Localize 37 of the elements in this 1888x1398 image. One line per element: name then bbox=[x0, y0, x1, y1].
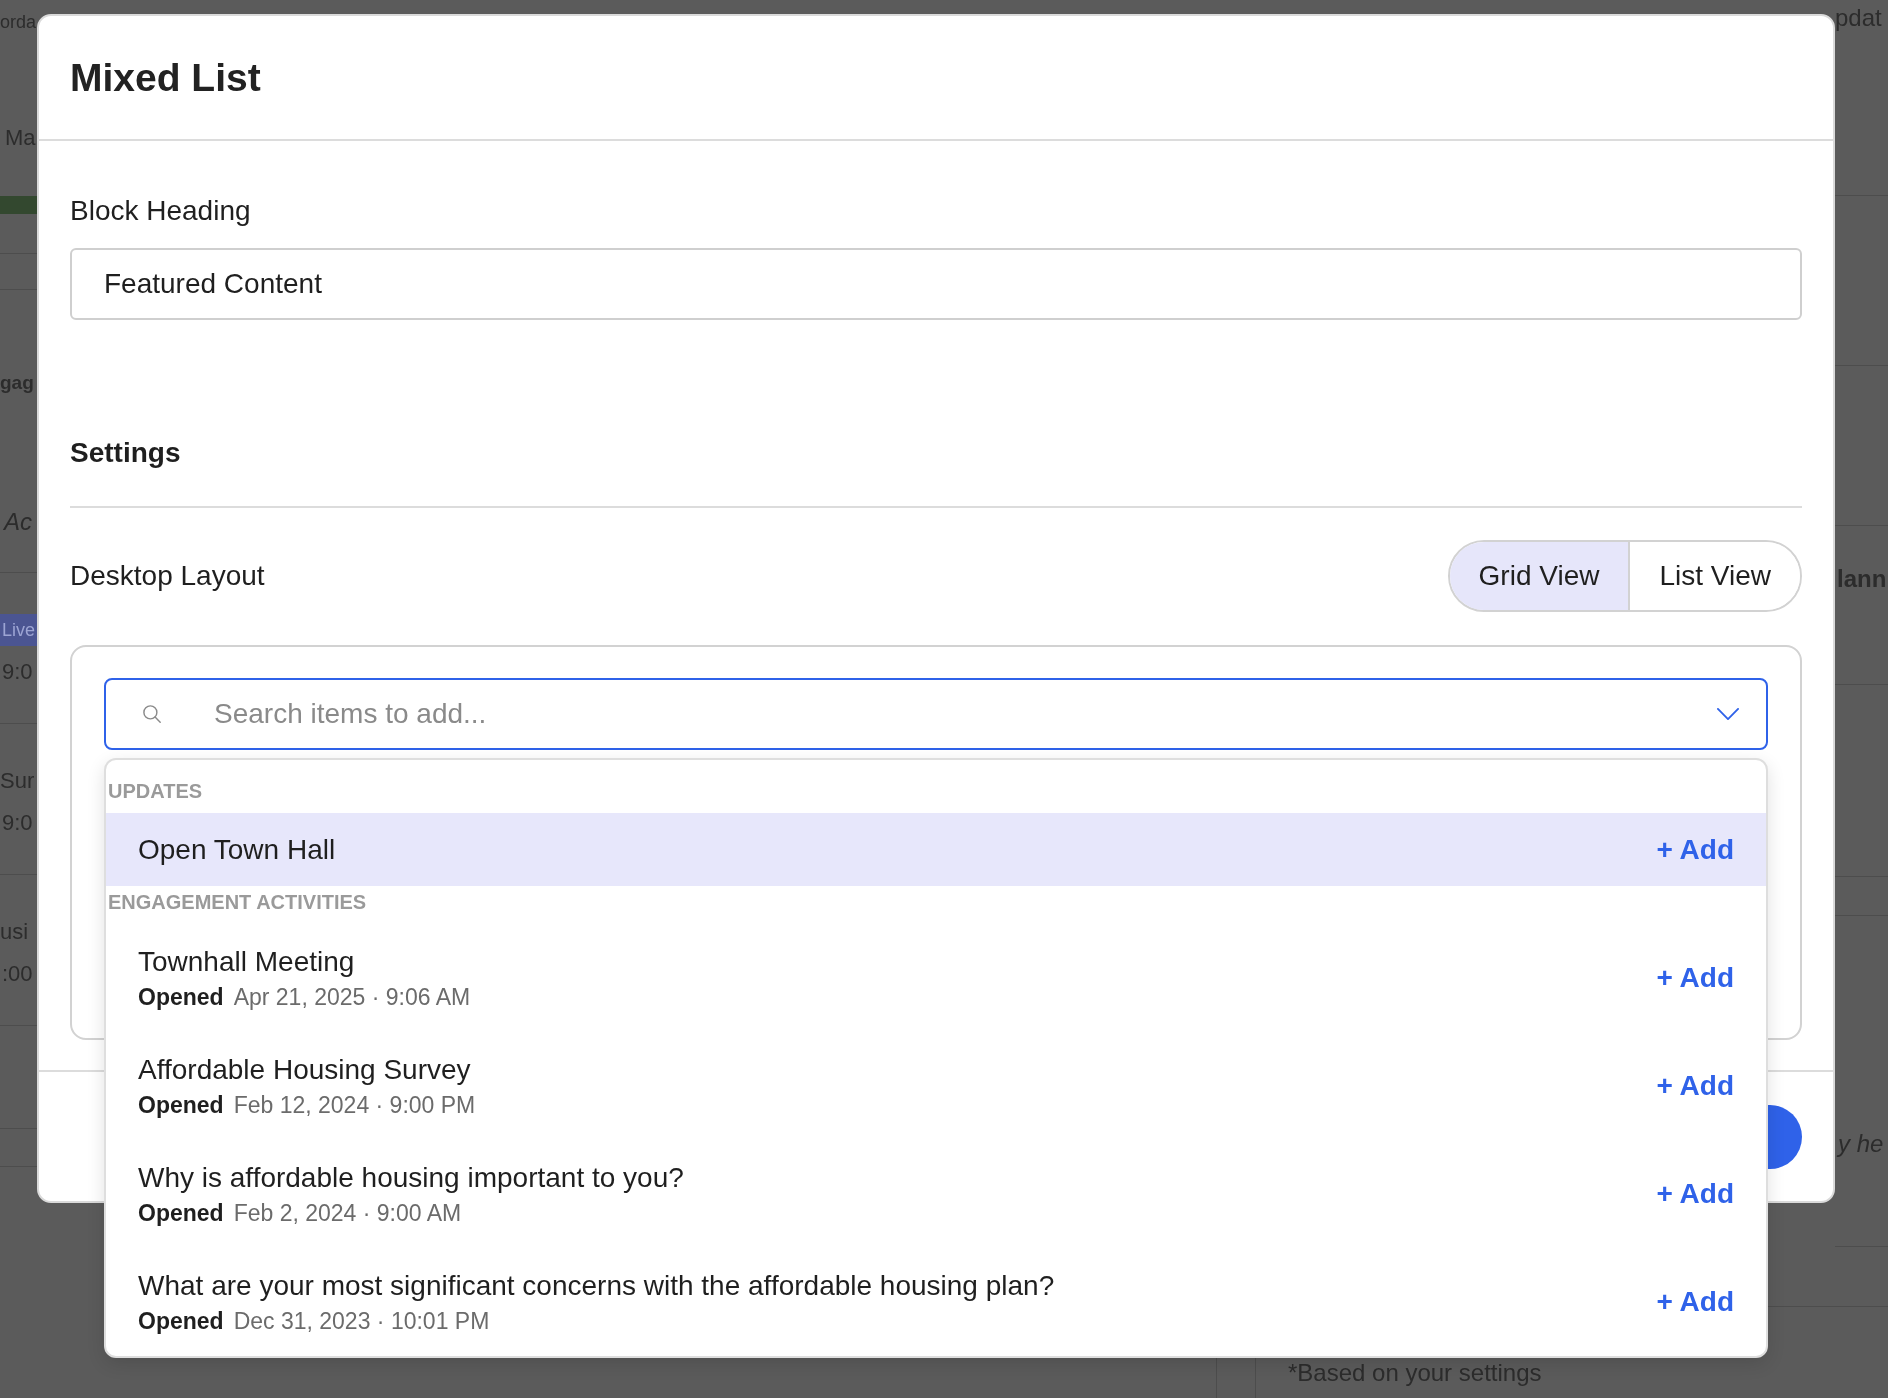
menu-item[interactable]: Affordable Housing Survey Opened Feb 12, 2024 · 9:00 PM + Add bbox=[106, 1032, 1766, 1140]
add-button[interactable]: + Add bbox=[1656, 1070, 1734, 1102]
menu-item[interactable]: Open Town Hall + Add bbox=[106, 813, 1766, 886]
menu-item[interactable]: Townhall Meeting Opened Apr 21, 2025 · 9:06 AM + Add bbox=[106, 924, 1766, 1032]
add-button[interactable]: + Add bbox=[1656, 1178, 1734, 1210]
field-label: Block Heading bbox=[70, 195, 251, 227]
item-title: What are your most significant concerns with the affordable housing plan? bbox=[138, 1269, 1055, 1302]
item-date: Feb 12, 2024 · 9:00 PM bbox=[233, 1090, 476, 1119]
menu-item[interactable]: What are your most significant concerns with the affordable housing plan? Opened Dec 31, 2023 · 10:01 PM + Add bbox=[106, 1248, 1766, 1356]
status-label: Opened bbox=[138, 1090, 224, 1119]
item-title: Townhall Meeting bbox=[138, 945, 355, 978]
search-field[interactable]: Search items to add... bbox=[104, 678, 1768, 750]
modal-title: Mixed List bbox=[70, 55, 261, 100]
view-option-tab[interactable]: Grid View bbox=[1449, 542, 1629, 610]
group-heading: UPDATES bbox=[107, 779, 204, 804]
add-button[interactable]: + Add bbox=[1656, 1286, 1734, 1318]
item-date: Apr 21, 2025 · 9:06 AM bbox=[233, 982, 471, 1011]
status-label: Opened bbox=[138, 1306, 224, 1335]
status-label: Opened bbox=[138, 982, 224, 1011]
item-title: Open Town Hall bbox=[138, 833, 336, 866]
chevron-down-icon[interactable] bbox=[1717, 708, 1739, 720]
search-icon bbox=[143, 705, 161, 723]
field-label: Desktop Layout bbox=[70, 560, 265, 592]
item-date: Feb 2, 2024 · 9:00 AM bbox=[233, 1198, 462, 1227]
status-label: Opened bbox=[138, 1198, 224, 1227]
item-date: Dec 31, 2023 · 10:01 PM bbox=[233, 1306, 490, 1335]
group-heading: ENGAGEMENT ACTIVITIES bbox=[107, 890, 368, 915]
view-option-tab[interactable]: List View bbox=[1628, 542, 1800, 610]
item-title: Affordable Housing Survey bbox=[138, 1053, 471, 1086]
add-button[interactable]: + Add bbox=[1656, 962, 1734, 994]
heading-input[interactable]: Featured Content bbox=[70, 248, 1802, 320]
accent-bar bbox=[0, 196, 37, 214]
status-badge: Live bbox=[0, 614, 37, 646]
section-heading: Settings bbox=[70, 437, 181, 469]
add-button[interactable]: + Add bbox=[1656, 833, 1734, 866]
item-title: Why is affordable housing important to you? bbox=[138, 1161, 684, 1194]
menu-item[interactable]: Why is affordable housing important to you? Opened Feb 2, 2024 · 9:00 AM + Add bbox=[106, 1140, 1766, 1248]
